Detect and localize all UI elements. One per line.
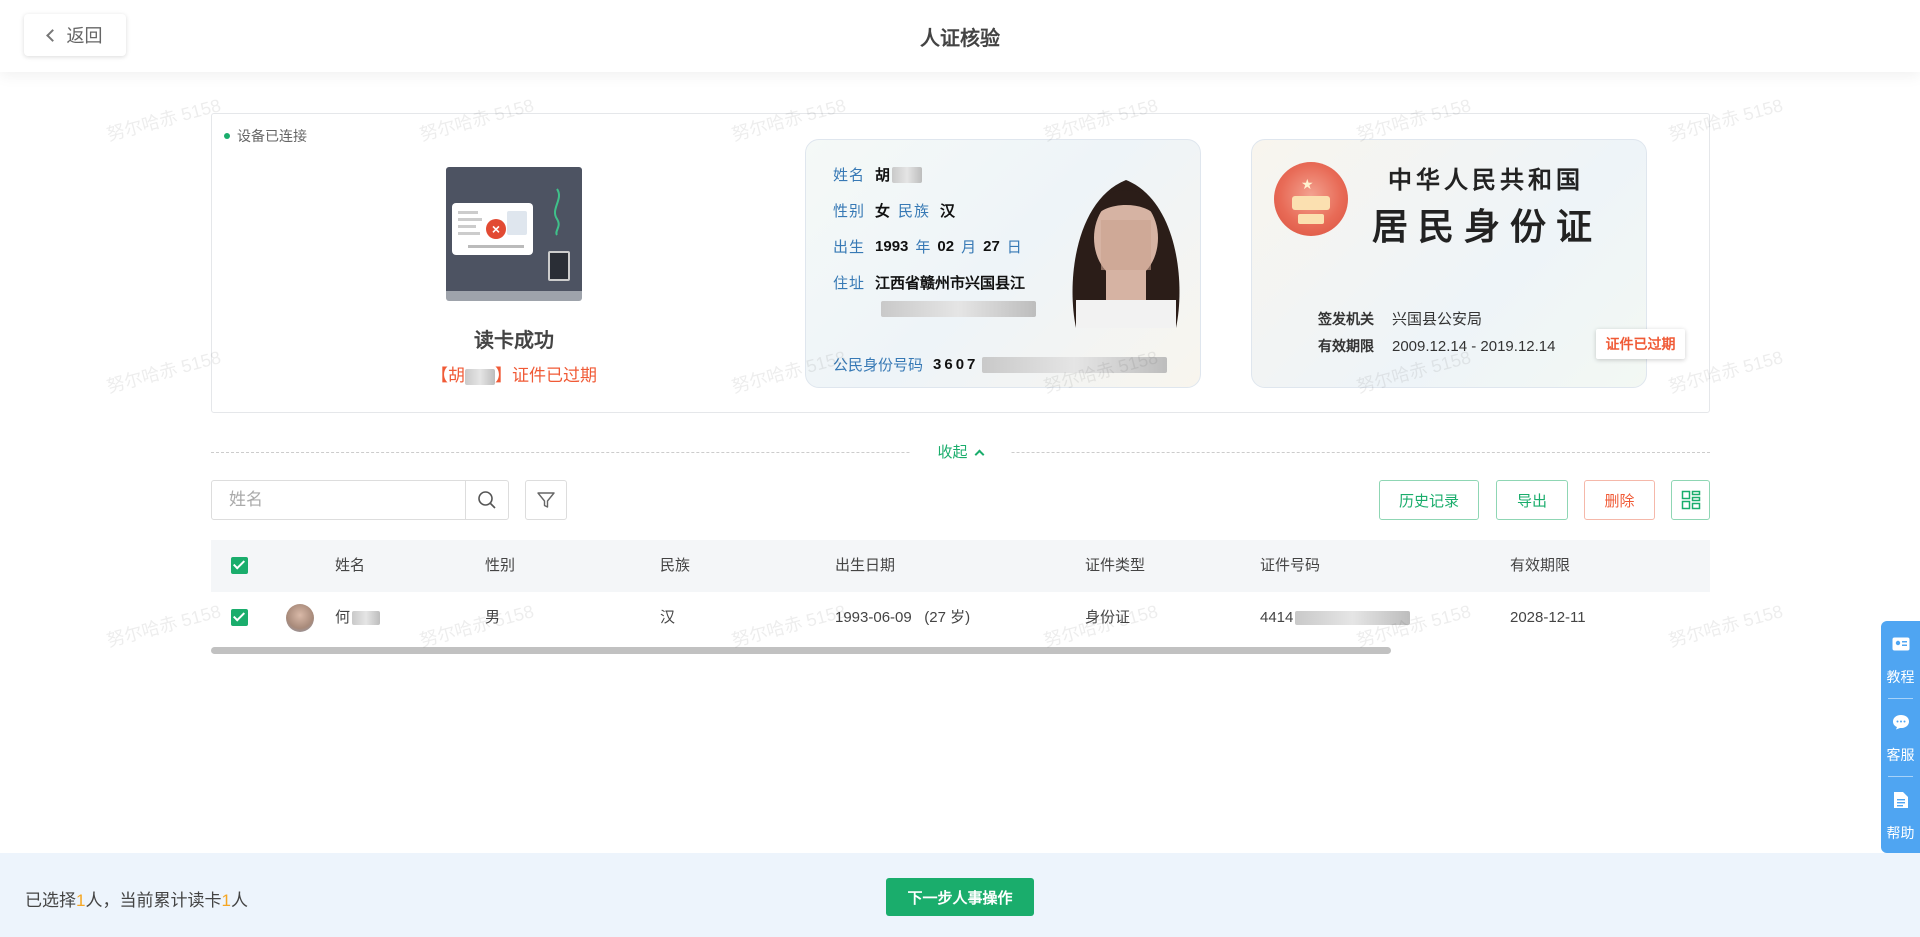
read-result-title: 读卡成功: [474, 330, 554, 352]
row-birth: 1993-06-09 (27 岁): [835, 609, 971, 626]
table-row[interactable]: 何 男 汉 1993-06-09 (27 岁) 身份证 4414 2028-12…: [211, 592, 1710, 644]
row-ethnic: 汉: [660, 609, 676, 626]
signal-wave-icon: [554, 188, 560, 236]
status-dot-icon: [224, 133, 230, 139]
search-icon: [478, 491, 496, 509]
table-header: 姓名 性别 民族 出生日期 证件类型 证件号码 有效期限: [211, 540, 1710, 592]
card-name-title: 居民身份证: [1372, 206, 1603, 248]
watermark: 努尔哈赤 5158: [104, 601, 223, 651]
delete-button[interactable]: 删除: [1584, 480, 1655, 520]
expired-badge: 证件已过期: [1596, 329, 1685, 359]
tutorial-button[interactable]: 教程: [1881, 621, 1920, 698]
grid-view-icon: [1681, 490, 1700, 510]
validity-row: 有效期限 2009.12.14 - 2019.12.14: [1318, 338, 1556, 355]
history-button[interactable]: 历史记录: [1379, 480, 1479, 520]
id-card-front: 姓名 胡 性别 女 民族 汉 出生 1993 年 02 月 27 日 住址 江西省赣州…: [805, 139, 1201, 388]
card-address-line2: [881, 300, 1036, 318]
next-step-button[interactable]: 下一步人事操作: [886, 878, 1034, 916]
issuing-authority-row: 签发机关 兴国县公安局: [1318, 311, 1483, 328]
help-button[interactable]: 帮助: [1881, 777, 1920, 854]
document-icon: [1894, 792, 1908, 808]
chevron-up-icon: [974, 449, 984, 460]
row-validity: 2028-12-11: [1510, 609, 1586, 626]
portrait-photo: [1072, 180, 1180, 328]
watermark: 努尔哈赤 5158: [104, 95, 223, 145]
nation-title: 中华人民共和国: [1388, 165, 1584, 194]
collapse-button[interactable]: 收起: [910, 441, 1010, 462]
card-gender-row: 性别 女 民族 汉: [833, 203, 956, 220]
id-card-back: ★ 中华人民共和国 居民身份证 签发机关 兴国县公安局 有效期限 2009.12.1…: [1251, 139, 1647, 388]
device-status: 设备已连接: [224, 126, 307, 146]
row-id-type: 身份证: [1085, 609, 1131, 626]
horizontal-scrollbar[interactable]: [211, 647, 1391, 654]
row-name: 何: [335, 592, 381, 644]
export-button[interactable]: 导出: [1496, 480, 1568, 520]
row-id-number: 4414: [1260, 592, 1411, 644]
records-table: 姓名 性别 民族 出生日期 证件类型 证件号码 有效期限 何 男 汉 1993-…: [211, 540, 1710, 644]
search-button[interactable]: [465, 481, 508, 519]
fingerprint-sensor-icon: [548, 251, 570, 281]
search-box: [211, 480, 509, 520]
error-icon: ×: [486, 219, 506, 239]
column-header-id-number[interactable]: 证件号码: [1260, 540, 1320, 592]
column-header-gender[interactable]: 性别: [485, 540, 515, 592]
column-header-birth[interactable]: 出生日期: [835, 540, 895, 592]
national-emblem-icon: ★: [1274, 162, 1348, 236]
card-reader-icon: ×: [446, 167, 582, 301]
column-header-validity[interactable]: 有效期限: [1510, 540, 1570, 592]
selection-summary: 已选择1人，当前累计读卡1人: [25, 891, 248, 910]
card-name-row: 姓名 胡: [833, 164, 923, 185]
card-address-row: 住址 江西省赣州市兴国县江: [833, 275, 1026, 292]
footer-bar: 已选择1人，当前累计读卡1人 下一步人事操作: [0, 853, 1920, 937]
side-float-panel: 教程 客服 帮助: [1881, 621, 1920, 853]
card-id-row: 公民身份号码 3607: [833, 354, 1168, 375]
id-card-mini-icon: ×: [452, 203, 533, 255]
chat-icon: [1893, 715, 1909, 730]
select-all-checkbox[interactable]: [231, 557, 248, 574]
column-header-id-type[interactable]: 证件类型: [1085, 540, 1145, 592]
watermark: 努尔哈赤 5158: [104, 347, 223, 397]
filter-icon: [537, 492, 555, 508]
view-toggle-button[interactable]: [1671, 480, 1710, 520]
row-gender: 男: [485, 609, 501, 626]
column-header-name[interactable]: 姓名: [335, 540, 365, 592]
name-search-input[interactable]: [212, 481, 465, 519]
row-checkbox[interactable]: [231, 609, 248, 626]
top-bar: 返回 人证核验: [0, 0, 1920, 72]
read-result-expired: 【胡 】证件已过期: [431, 366, 597, 385]
filter-button[interactable]: [525, 480, 567, 520]
card-birth-row: 出生 1993 年 02 月 27 日: [833, 238, 1022, 256]
customer-service-button[interactable]: 客服: [1881, 699, 1920, 776]
tutorial-icon: [1892, 637, 1910, 651]
device-status-text: 设备已连接: [237, 128, 307, 144]
avatar: [286, 604, 314, 632]
column-header-ethnic[interactable]: 民族: [660, 540, 690, 592]
page-title: 人证核验: [920, 28, 1000, 50]
